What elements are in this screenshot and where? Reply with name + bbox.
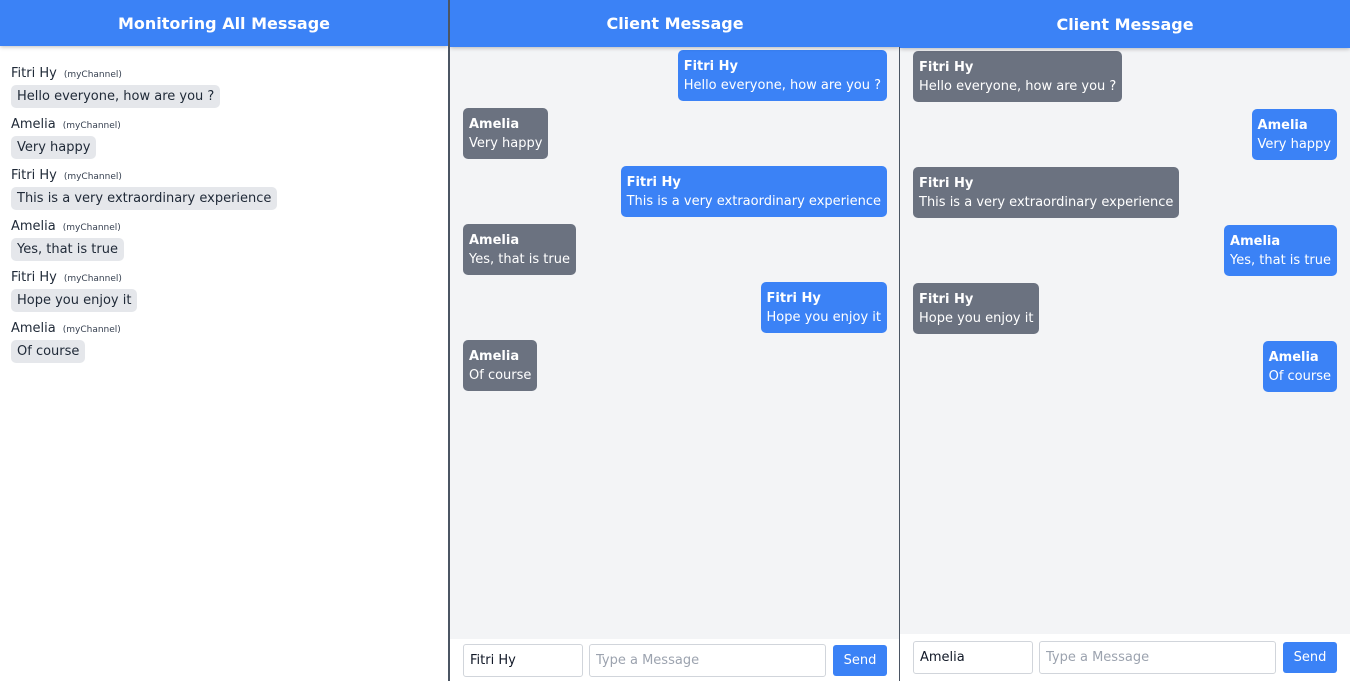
chat-message: Amelia Very happy [913,109,1337,167]
message-input[interactable] [1039,641,1276,674]
message-bubble-own: Fitri Hy This is a very extraordinary ex… [620,166,887,217]
channel-label: (myChannel) [63,172,122,182]
client-header: Client Message [900,0,1350,48]
sender-name: Fitri Hy [919,292,974,307]
chat-message: Fitri Hy Hello everyone, how are you ? [463,50,887,108]
chat-message: Amelia Yes, that is true [463,224,887,282]
chat-message: Amelia Very happy [463,108,887,166]
sender-name: Fitri Hy [766,291,821,306]
client-message-list[interactable]: Fitri Hy Hello everyone, how are you ? A… [450,47,900,398]
sender-name: Fitri Hy [11,66,57,81]
message-bubble: Very happy [11,136,97,159]
message-text: This is a very extraordinary experience [919,195,1174,210]
client-panel-2: Client Message Fitri Hy Hello everyone, … [900,0,1350,681]
monitor-message-list[interactable]: Fitri Hy (myChannel) Hello everyone, how… [0,46,448,371]
message-bubble: Hope you enjoy it [11,289,138,312]
message-bubble-own: Amelia Very happy [1251,109,1337,160]
sender-name-input[interactable] [463,643,583,677]
monitor-message: Fitri Hy (myChannel) Hello everyone, how… [11,65,437,116]
monitor-message: Fitri Hy (myChannel) This is a very extr… [11,167,437,218]
message-bubble-own: Amelia Of course [1262,341,1337,392]
monitor-panel: Monitoring All Message Fitri Hy (myChann… [0,0,448,681]
channel-label: (myChannel) [63,274,122,284]
channel-label: (myChannel) [62,121,121,131]
message-input[interactable] [589,643,826,677]
composer: Send [900,634,1350,681]
sender-name: Amelia [1257,118,1308,133]
message-bubble-other: Amelia Very happy [463,108,549,159]
message-bubble: Yes, that is true [11,238,124,261]
chat-message: Amelia Of course [463,340,887,398]
chat-message: Fitri Hy Hello everyone, how are you ? [913,51,1337,109]
sender-name: Amelia [11,321,56,336]
monitor-message: Amelia (myChannel) Of course [11,320,437,371]
channel-label: (myChannel) [62,325,121,335]
message-bubble-own: Amelia Yes, that is true [1224,225,1337,276]
monitor-message: Fitri Hy (myChannel) Hope you enjoy it [11,269,437,320]
monitor-message: Amelia (myChannel) Yes, that is true [11,218,437,269]
message-text: Hello everyone, how are you ? [919,79,1117,94]
sender-name: Fitri Hy [11,168,57,183]
message-text: Hello everyone, how are you ? [683,78,881,93]
sender-name: Amelia [11,117,56,132]
chat-message: Amelia Of course [913,341,1337,399]
message-bubble-other: Fitri Hy This is a very extraordinary ex… [913,167,1180,218]
message-bubble-own: Fitri Hy Hello everyone, how are you ? [677,50,887,101]
chat-message: Fitri Hy Hope you enjoy it [913,283,1337,341]
sender-name: Amelia [1268,350,1319,365]
chat-message: Amelia Yes, that is true [913,225,1337,283]
message-text: Of course [1268,369,1331,384]
message-bubble: Of course [11,340,86,363]
chat-message: Fitri Hy This is a very extraordinary ex… [913,167,1337,225]
sender-name: Amelia [469,117,520,132]
message-bubble-other: Fitri Hy Hello everyone, how are you ? [913,51,1123,102]
sender-name: Fitri Hy [626,175,681,190]
chat-app: Monitoring All Message Fitri Hy (myChann… [0,0,1350,681]
sender-name: Fitri Hy [919,176,974,191]
sender-name: Amelia [469,233,520,248]
message-text: Of course [469,368,532,383]
monitor-message: Amelia (myChannel) Very happy [11,116,437,167]
monitor-header: Monitoring All Message [0,0,448,46]
message-bubble-other: Fitri Hy Hope you enjoy it [913,283,1040,334]
message-bubble-other: Amelia Yes, that is true [463,224,576,275]
client-title: Client Message [1056,14,1194,34]
sender-name: Amelia [11,219,56,234]
send-button[interactable]: Send [833,644,887,676]
sender-name: Amelia [469,349,520,364]
message-text: Yes, that is true [1230,253,1331,268]
channel-label: (myChannel) [62,223,121,233]
sender-name: Fitri Hy [919,60,974,75]
message-text: Very happy [469,136,543,151]
sender-name-input[interactable] [913,641,1033,674]
message-text: This is a very extraordinary experience [626,194,881,209]
client-header: Client Message [450,0,900,47]
message-text: Very happy [1257,137,1331,152]
message-bubble-own: Fitri Hy Hope you enjoy it [760,282,887,333]
sender-name: Amelia [1230,234,1281,249]
message-bubble-other: Amelia Of course [463,340,538,391]
client-title: Client Message [606,14,744,33]
chat-message: Fitri Hy Hope you enjoy it [463,282,887,340]
send-button[interactable]: Send [1283,642,1337,673]
message-bubble: Hello everyone, how are you ? [11,85,221,108]
client-message-list[interactable]: Fitri Hy Hello everyone, how are you ? A… [900,48,1350,399]
monitor-title: Monitoring All Message [117,13,331,33]
message-bubble: This is a very extraordinary experience [11,187,278,210]
message-text: Yes, that is true [469,252,570,267]
message-text: Hope you enjoy it [766,310,881,325]
chat-message: Fitri Hy This is a very extraordinary ex… [463,166,887,224]
composer: Send [450,639,900,681]
message-text: Hope you enjoy it [919,311,1034,326]
sender-name: Fitri Hy [11,270,57,285]
channel-label: (myChannel) [63,70,122,80]
sender-name: Fitri Hy [683,59,738,74]
client-panel-1: Client Message Fitri Hy Hello everyone, … [450,0,900,681]
